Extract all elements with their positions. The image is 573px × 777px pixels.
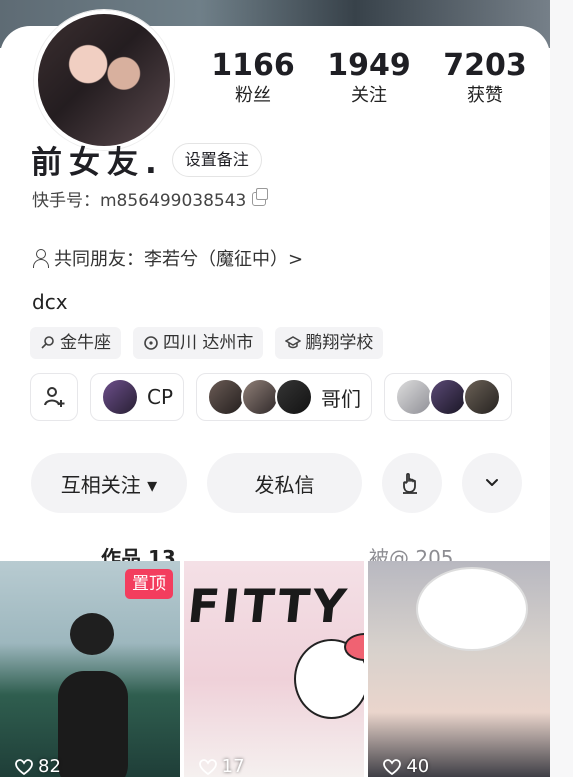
hand-pointer-icon (403, 472, 417, 494)
name-row: 前女友. 设置备注 (31, 137, 262, 182)
following-count: 1949 (327, 48, 411, 83)
work-tile[interactable]: 置顶 82 (0, 561, 180, 777)
profile-page: 1166 粉丝 1949 关注 7203 获赞 前女友. 设置备注 快手号：m8… (0, 0, 573, 777)
tag-school[interactable]: 鹏翔学校 (275, 327, 384, 359)
work-tile[interactable]: 40 (368, 561, 550, 777)
profile-actions: 互相关注 ▾ 发私信 (31, 453, 522, 513)
heart-icon (383, 758, 402, 775)
more-chip[interactable] (384, 373, 513, 421)
more-avatar (395, 378, 434, 416)
bros-avatar (241, 378, 280, 416)
followers-label: 粉丝 (235, 85, 271, 106)
pinned-badge: 置顶 (125, 569, 173, 599)
location-icon (144, 336, 158, 350)
tag-zodiac[interactable]: 金牛座 (30, 327, 121, 359)
like-count-value: 40 (406, 756, 430, 777)
following-label: 关注 (351, 85, 387, 106)
bio: dcx (32, 290, 68, 314)
cp-chip[interactable]: CP (90, 373, 185, 421)
cp-avatar (101, 378, 139, 416)
following-stat[interactable]: 1949 关注 (311, 49, 427, 109)
likes-stat[interactable]: 7203 获赞 (427, 49, 543, 109)
person-icon (32, 249, 49, 268)
avatar[interactable] (34, 10, 174, 150)
like-count: 17 (198, 756, 245, 777)
tag-school-label: 鹏翔学校 (305, 333, 374, 353)
stats-row: 1166 粉丝 1949 关注 7203 获赞 (195, 49, 543, 109)
work-tile[interactable]: FITTY 17 (183, 561, 365, 777)
kitty-title: FITTY (184, 579, 352, 633)
photo-person (70, 613, 114, 655)
like-count-value: 82 (38, 756, 61, 777)
uid-text: 快手号：m856499038543 (32, 191, 247, 211)
tag-location[interactable]: 四川 达州市 (133, 327, 264, 359)
more-avatar (463, 378, 502, 416)
school-icon (285, 336, 302, 349)
cp-chip-label: CP (147, 385, 174, 409)
more-avatar (429, 378, 468, 416)
bros-avatar (207, 378, 246, 416)
add-person-icon (44, 387, 65, 407)
more-button[interactable] (462, 453, 522, 513)
heart-icon (198, 758, 217, 775)
heart-icon (15, 758, 33, 775)
common-friends-row[interactable]: 共同朋友：李若兮（魔征中）> (32, 245, 303, 271)
add-friend-chip[interactable] (30, 373, 78, 421)
copy-icon[interactable] (252, 187, 269, 206)
search-icon (41, 336, 54, 349)
hello-kitty-mask (416, 567, 529, 651)
bros-chip[interactable]: 哥们 (196, 373, 373, 421)
likes-count: 7203 (443, 48, 527, 83)
mutual-follow-label: 互相关注 ▾ (60, 472, 158, 497)
gesture-button[interactable] (382, 453, 442, 513)
uid-row: 快手号：m856499038543 (32, 186, 269, 211)
message-button[interactable]: 发私信 (207, 453, 362, 513)
photo-person-body (58, 671, 128, 777)
tag-location-label: 四川 达州市 (163, 333, 254, 353)
message-label: 发私信 (254, 472, 315, 497)
common-friends-text: 共同朋友：李若兮（魔征中）> (54, 249, 304, 270)
likes-label: 获赞 (467, 85, 503, 106)
bros-chip-label: 哥们 (321, 386, 362, 411)
profile-tags: 金牛座 四川 达州市 鹏翔学校 (30, 327, 384, 359)
mutual-follow-button[interactable]: 互相关注 ▾ (31, 453, 187, 513)
like-count: 40 (383, 756, 429, 777)
chevron-down-icon (486, 479, 498, 486)
like-count-value: 17 (221, 756, 245, 777)
followers-count: 1166 (211, 48, 295, 83)
profile-name: 前女友. (31, 145, 164, 181)
tag-zodiac-label: 金牛座 (60, 333, 111, 353)
like-count: 82 (15, 756, 61, 777)
relationship-chips: CP 哥们 (30, 373, 513, 421)
set-remark-button[interactable]: 设置备注 (171, 142, 262, 177)
bros-avatar (275, 378, 314, 416)
works-grid: 置顶 82 FITTY 17 40 (0, 561, 550, 777)
followers-stat[interactable]: 1166 粉丝 (195, 49, 311, 109)
edge-strip (550, 0, 573, 777)
